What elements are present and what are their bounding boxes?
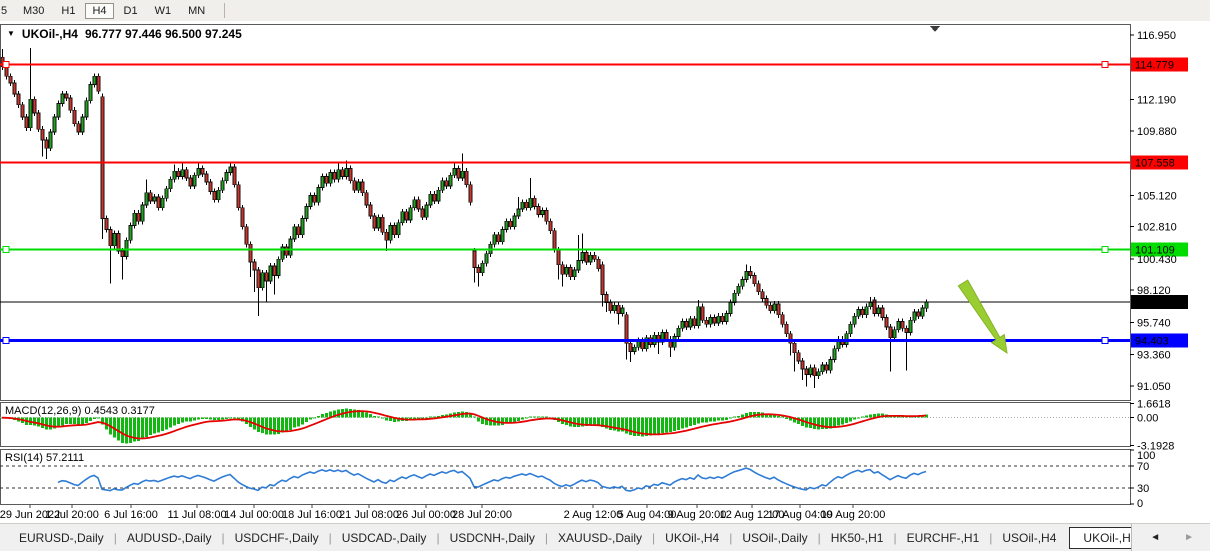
svg-text:112.190: 112.190 — [1137, 94, 1176, 106]
svg-text:100.430: 100.430 — [1137, 254, 1177, 266]
symbol-tab-eurusd-daily[interactable]: EURUSD-,Daily — [10, 527, 113, 549]
svg-text:9 Aug 20:00: 9 Aug 20:00 — [668, 509, 727, 521]
svg-text:0.00: 0.00 — [1137, 413, 1158, 425]
svg-text:6 Jul 16:00: 6 Jul 16:00 — [104, 509, 158, 521]
timeframe-button-h1[interactable]: H1 — [54, 3, 82, 19]
svg-text:70: 70 — [1137, 461, 1149, 473]
svg-text:107.558: 107.558 — [1135, 157, 1175, 169]
svg-text:28 Jul 20:00: 28 Jul 20:00 — [452, 509, 512, 521]
svg-text:2 Aug 12:00: 2 Aug 12:00 — [564, 509, 623, 521]
chart-tabs: EURUSD-,Daily|AUDUSD-,Daily|USDCHF-,Dail… — [0, 527, 1131, 549]
svg-text:19 Aug 20:00: 19 Aug 20:00 — [821, 509, 886, 521]
chart-ohlc-readout: 96.777 97.446 96.500 97.245 — [85, 27, 242, 41]
svg-text:14 Jul 00:00: 14 Jul 00:00 — [224, 509, 284, 521]
timeframe-button-w1[interactable]: W1 — [148, 3, 179, 19]
chart-canvas[interactable]: 114.779107.558101.10994.40397.245116.950… — [0, 21, 1210, 523]
symbol-tab-hk50-h1[interactable]: HK50-,H1 — [822, 527, 893, 549]
toolbar-separator — [224, 3, 225, 18]
symbol-tab-usdchf-daily[interactable]: USDCHF-,Daily — [226, 527, 328, 549]
svg-text:0: 0 — [1137, 498, 1143, 510]
svg-text:18 Jul 16:00: 18 Jul 16:00 — [282, 509, 342, 521]
chart-tab-bar: EURUSD-,Daily|AUDUSD-,Daily|USDCHF-,Dail… — [0, 523, 1210, 551]
svg-text:102.810: 102.810 — [1137, 222, 1177, 234]
symbol-tab-usdcad-daily[interactable]: USDCAD-,Daily — [333, 527, 436, 549]
timeframe-buttons: M30H1H4D1W1MN — [16, 3, 215, 19]
svg-text:116.950: 116.950 — [1137, 30, 1176, 42]
svg-text:26 Jul 00:00: 26 Jul 00:00 — [396, 509, 456, 521]
timeframe-button-h4[interactable]: H4 — [85, 3, 113, 19]
timeframe-button-d1[interactable]: D1 — [117, 3, 145, 19]
svg-text:93.360: 93.360 — [1137, 350, 1171, 362]
svg-text:11 Jul 08:00: 11 Jul 08:00 — [167, 509, 226, 521]
svg-text:100: 100 — [1137, 450, 1155, 462]
svg-text:109.880: 109.880 — [1137, 126, 1177, 138]
tab-scroll-left-icon[interactable]: ◄ — [1150, 532, 1160, 543]
dropdown-triangle-icon: ▼ — [7, 29, 15, 38]
chart-title: ▼ UKOil-,H4 96.777 97.446 96.500 97.245 — [7, 27, 242, 41]
symbol-tab-usoil-daily[interactable]: USOil-,Daily — [733, 527, 816, 549]
svg-text:98.120: 98.120 — [1137, 285, 1171, 297]
timeframe-button-clipped[interactable]: 5 — [1, 5, 10, 17]
tab-scroll-right-icon[interactable]: ► — [1184, 532, 1194, 543]
symbol-tab-ukoil-h4[interactable]: UKOil-,H4 — [656, 527, 728, 549]
symbol-tab-eurchf-h1[interactable]: EURCHF-,H1 — [898, 527, 989, 549]
svg-text:91.050: 91.050 — [1137, 381, 1171, 393]
timeframe-toolbar: 5 M30H1H4D1W1MN — [0, 0, 1210, 22]
rsi-indicator-label: RSI(14) 57.2111 — [5, 452, 84, 464]
tab-scroll-arrows: ◄ ► — [1131, 524, 1210, 551]
mt4-terminal: 5 M30H1H4D1W1MN ▼ UKOil-,H4 96.777 97.44… — [0, 0, 1210, 551]
symbol-tab-ukoil-h4[interactable]: UKOil-,H4 — [1069, 527, 1131, 549]
symbol-tab-usdcnh-daily[interactable]: USDCNH-,Daily — [441, 527, 544, 549]
chart-symbol-label: UKOil-,H4 — [22, 27, 78, 41]
symbol-tab-xauusd-daily[interactable]: XAUUSD-,Daily — [549, 527, 651, 549]
timeframe-button-m30[interactable]: M30 — [16, 3, 51, 19]
svg-text:94.403: 94.403 — [1135, 336, 1169, 348]
svg-text:114.779: 114.779 — [1135, 59, 1174, 71]
symbol-tab-audusd-daily[interactable]: AUDUSD-,Daily — [118, 527, 221, 549]
svg-text:1.6618: 1.6618 — [1137, 399, 1171, 411]
svg-text:21 Jul 08:00: 21 Jul 08:00 — [339, 509, 399, 521]
timeframe-button-mn[interactable]: MN — [181, 3, 212, 19]
svg-text:1 Jul 20:00: 1 Jul 20:00 — [45, 509, 99, 521]
svg-text:95.740: 95.740 — [1137, 317, 1171, 329]
svg-text:30: 30 — [1137, 483, 1149, 495]
svg-text:105.120: 105.120 — [1137, 190, 1177, 202]
svg-text:97.245: 97.245 — [1135, 297, 1169, 309]
symbol-tab-usoil-h4[interactable]: USOil-,H4 — [993, 527, 1065, 549]
macd-indicator-label: MACD(12,26,9) 0.4543 0.3177 — [5, 405, 155, 417]
